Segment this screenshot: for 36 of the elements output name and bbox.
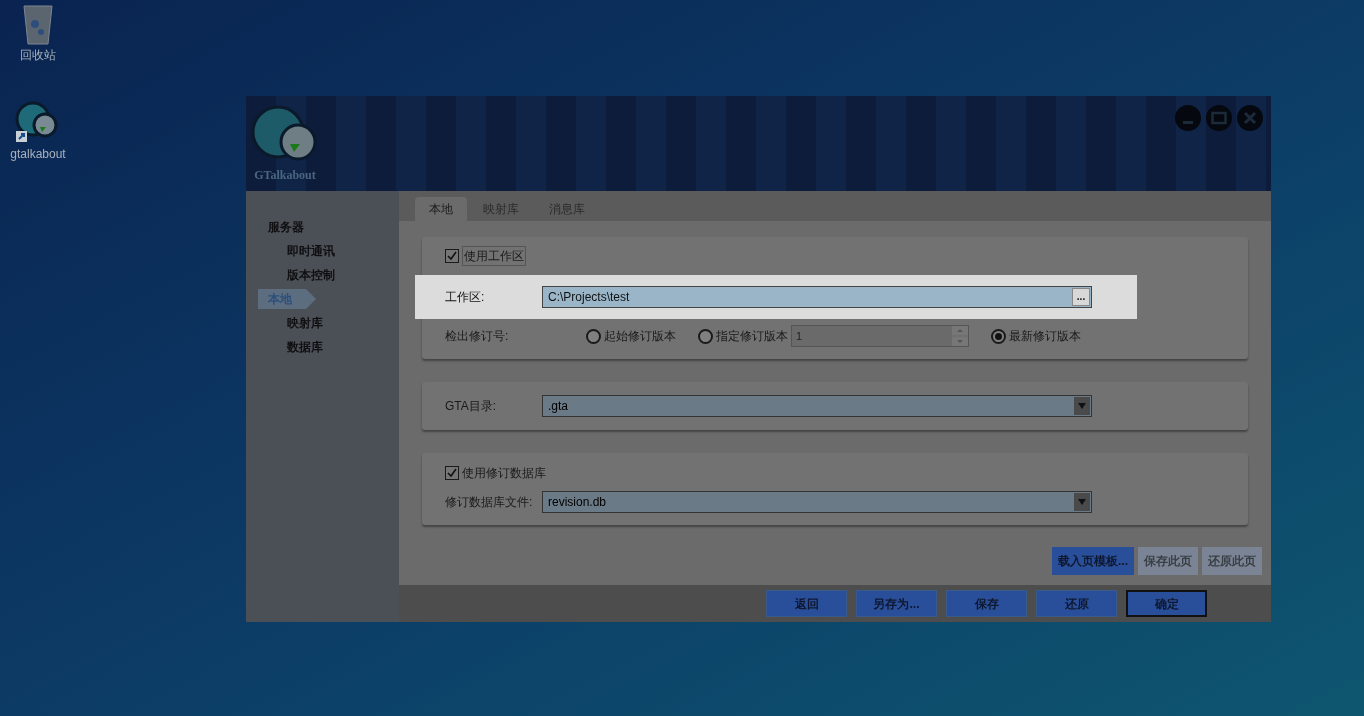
desktop-icon-label[interactable]: gtalkabout xyxy=(10,147,66,162)
sidebar-item[interactable]: 即时通讯 xyxy=(268,239,399,263)
path-field[interactable]: C:\Projects\test ... xyxy=(542,286,1092,308)
footer-button[interactable]: 另存为... xyxy=(856,590,937,617)
footer-button[interactable]: 返回 xyxy=(766,590,847,617)
field-label: 工作区: xyxy=(445,289,486,306)
footer-button[interactable]: 确定 xyxy=(1126,590,1207,617)
logo-text: GTalkabout xyxy=(254,167,316,184)
number-spinner[interactable]: 1 xyxy=(791,325,969,347)
checkbox[interactable] xyxy=(445,249,459,263)
dropdown-field[interactable]: .gta xyxy=(542,395,1092,417)
field-label: GTA目录: xyxy=(445,398,498,415)
recycle-bin-icon[interactable] xyxy=(21,2,55,46)
checkbox-label: 使用工作区 xyxy=(462,246,526,266)
dropdown-field[interactable]: revision.db xyxy=(542,491,1092,513)
field-label: 检出修订号: xyxy=(445,328,510,345)
sidebar-item[interactable]: 映射库 xyxy=(268,311,399,335)
tab[interactable]: 本地 xyxy=(415,197,467,221)
radio-button[interactable] xyxy=(698,328,713,344)
sidebar-item[interactable]: 服务器 xyxy=(268,215,399,239)
field-label: 修订数据库文件: xyxy=(445,494,534,511)
sidebar-item[interactable]: 版本控制 xyxy=(268,263,399,287)
radio-label: 指定修订版本 xyxy=(716,328,788,345)
radio-label: 起始修订版本 xyxy=(604,328,676,345)
sidebar-item[interactable]: 数据库 xyxy=(268,335,399,359)
footer-button[interactable]: 保存 xyxy=(946,590,1027,617)
page-button[interactable]: 载入页模板... xyxy=(1052,547,1134,575)
selection-arrow-icon xyxy=(306,289,316,309)
checkbox-label: 使用修订数据库 xyxy=(462,465,546,482)
checkbox[interactable] xyxy=(445,466,459,480)
browse-button[interactable]: ... xyxy=(1072,288,1090,306)
radio-button[interactable] xyxy=(991,328,1006,344)
desktop-icon-label[interactable]: 回收站 xyxy=(20,48,56,63)
footer-button[interactable]: 还原 xyxy=(1036,590,1117,617)
radio-label: 最新修订版本 xyxy=(1009,328,1081,345)
radio-button[interactable] xyxy=(586,328,601,344)
